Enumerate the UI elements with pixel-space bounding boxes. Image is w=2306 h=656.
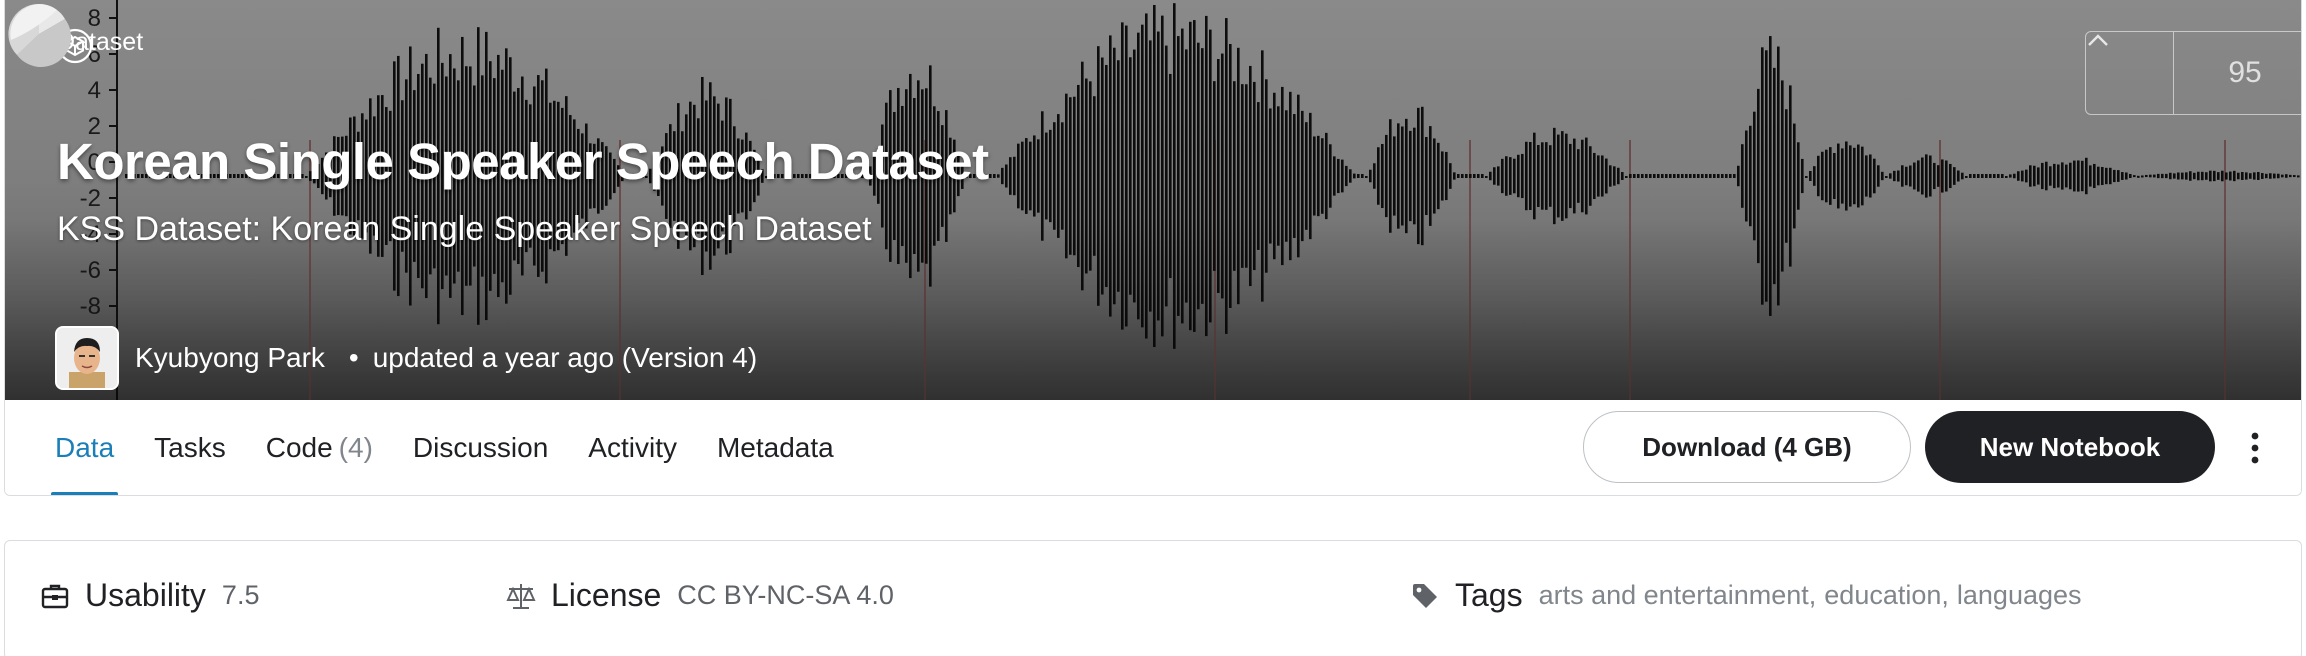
tab-code[interactable]: Code (4) — [262, 400, 377, 495]
tab-data[interactable]: Data — [51, 400, 119, 495]
chevron-up-icon — [2088, 34, 2108, 46]
tab-label: Tasks — [154, 432, 226, 463]
license-item: License CC BY-NC-SA 4.0 — [505, 577, 894, 614]
tab-label: Metadata — [716, 432, 834, 463]
tab-label: Data — [55, 432, 115, 463]
tab-metadata[interactable]: Metadata — [713, 400, 838, 495]
owner-name-link[interactable]: Kyubyong Park — [135, 342, 325, 374]
tab-label: Code — [265, 432, 333, 463]
tag-icon — [1413, 583, 1437, 608]
license-value[interactable]: CC BY-NC-SA 4.0 — [677, 580, 894, 611]
license-label: License — [551, 577, 662, 613]
dataset-meta-card: Usability 7.5 License CC BY-NC-SA 4.0 Ta… — [4, 540, 2302, 656]
dataset-header-card: 86420-2-4-6-8-10-12 Dataset Korean Singl… — [4, 0, 2302, 496]
waveform-banner-image: 86420-2-4-6-8-10-12 Dataset Korean Singl… — [5, 0, 2302, 400]
tag-link[interactable]: education — [1824, 580, 1941, 611]
dataset-title: Korean Single Speaker Speech Dataset — [57, 133, 989, 190]
separator-dot: • — [348, 342, 359, 373]
tag-separator: , — [1808, 580, 1817, 610]
tab-label: Discussion — [412, 432, 549, 463]
usability-label: Usability — [85, 577, 206, 613]
tags-item: Tags arts and entertainment , education … — [1409, 577, 2082, 614]
owner-row: Kyubyong Park • updated a year ago (Vers… — [55, 326, 757, 390]
more-options-button[interactable] — [2235, 424, 2275, 472]
tag-separator: , — [1941, 580, 1949, 610]
avatar-portrait-icon — [57, 328, 117, 388]
usability-value: 7.5 — [221, 580, 260, 610]
scale-icon — [506, 583, 536, 609]
tag-link[interactable]: languages — [1957, 580, 2082, 611]
tag-link[interactable]: arts and entertainment — [1539, 580, 1809, 611]
tab-activity[interactable]: Activity — [584, 400, 681, 495]
avatar[interactable] — [55, 326, 119, 390]
briefcase-gauge-icon — [41, 584, 69, 608]
tab-label: Activity — [588, 432, 677, 463]
tab-discussion[interactable]: Discussion — [409, 400, 552, 495]
vote-count: 95 — [2228, 56, 2262, 89]
tab-tasks[interactable]: Tasks — [150, 400, 230, 495]
updated-text: updated a year ago (Version 4) — [372, 342, 758, 373]
download-button[interactable]: Download (4 GB) — [1583, 411, 1911, 483]
upvote-button[interactable] — [2086, 32, 2174, 114]
kebab-menu-icon — [2251, 432, 2259, 464]
usability-item: Usability 7.5 — [39, 577, 259, 614]
waveform-bar — [2301, 176, 2302, 178]
tags-label: Tags — [1455, 577, 1523, 613]
tabs-row: Data Tasks Code (4) Discussion Activity … — [5, 400, 2301, 495]
new-notebook-button[interactable]: New Notebook — [1925, 411, 2215, 483]
tab-bar: Data Tasks Code (4) Discussion Activity … — [51, 400, 870, 495]
pie-progress-icon — [8, 3, 71, 67]
tab-count: (4) — [338, 432, 373, 463]
dataset-subtitle: KSS Dataset: Korean Single Speaker Speec… — [57, 210, 872, 248]
upvote-widget: 95 — [2085, 31, 2301, 115]
